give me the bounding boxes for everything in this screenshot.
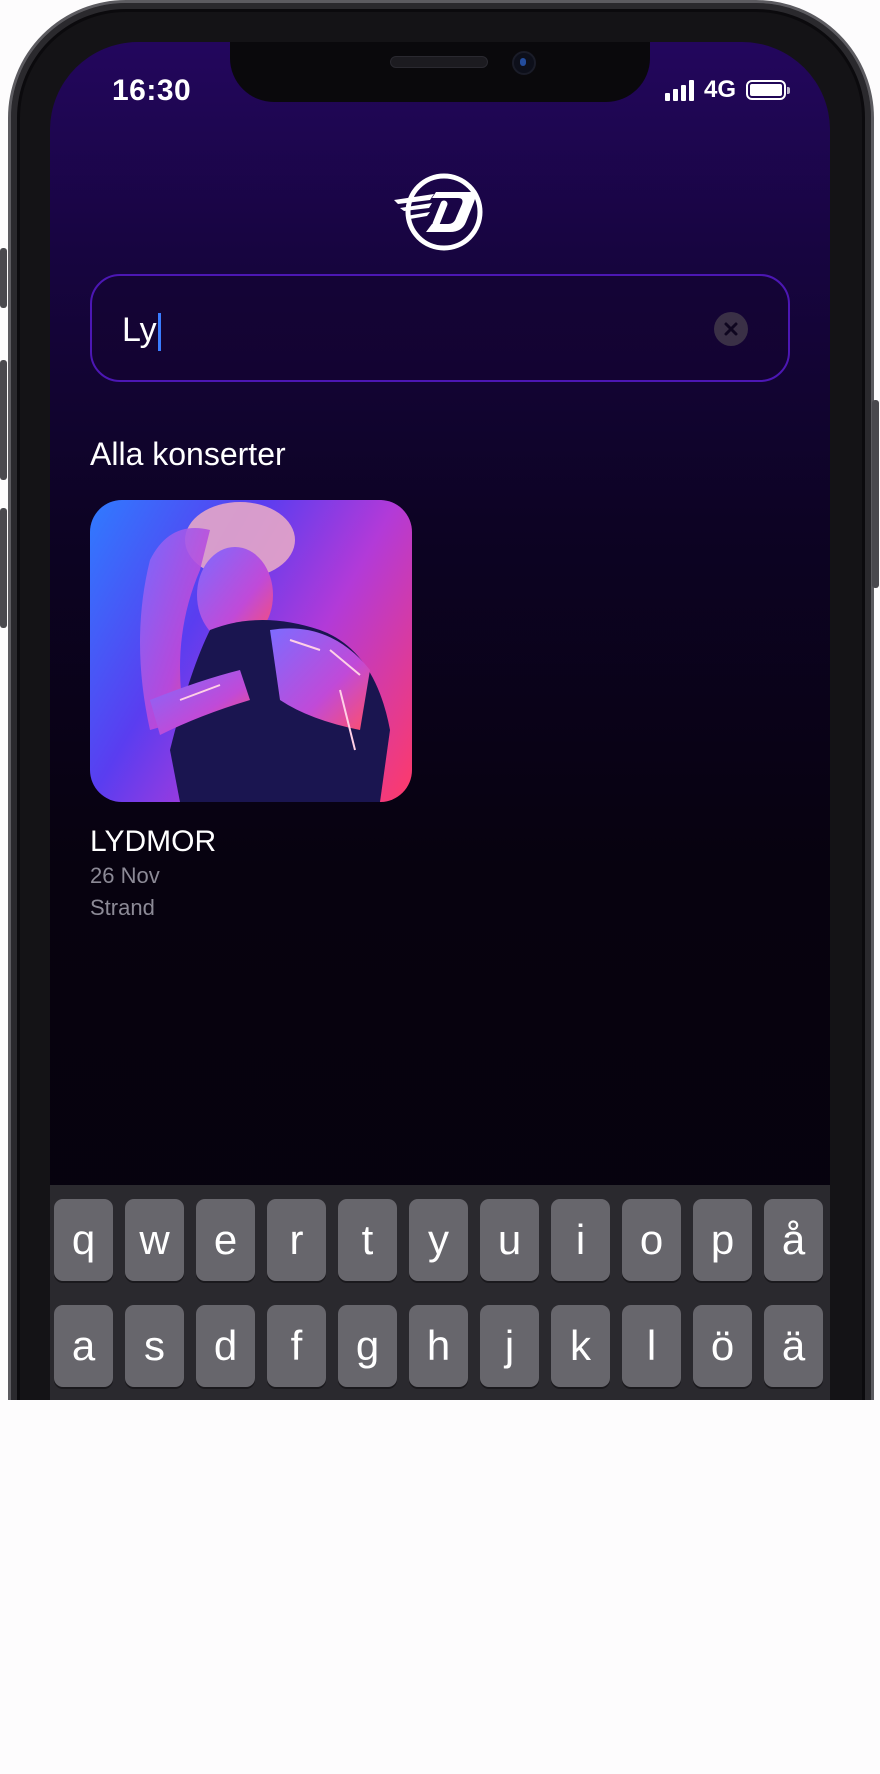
key-y[interactable]: y	[409, 1199, 468, 1281]
key-o[interactable]: o	[622, 1199, 681, 1281]
key-f[interactable]: f	[267, 1305, 326, 1387]
key-e[interactable]: e	[196, 1199, 255, 1281]
key-h[interactable]: h	[409, 1305, 468, 1387]
concert-title: LYDMOR	[90, 825, 217, 858]
concert-date: 26 Nov	[90, 863, 160, 888]
app-logo-icon	[394, 173, 483, 251]
key-d[interactable]: d	[196, 1305, 255, 1387]
key-q[interactable]: q	[54, 1199, 113, 1281]
keyboard-row-1: qwertyuiopå	[54, 1199, 823, 1281]
key-j[interactable]: j	[480, 1305, 539, 1387]
volume-down-button	[0, 508, 7, 628]
phone-frame: 16:30 4G Ly Alla konserter LYDMOR 26 Nov…	[0, 0, 880, 1400]
search-input-value[interactable]: Ly	[122, 310, 161, 352]
key-ö[interactable]: ö	[693, 1305, 752, 1387]
concert-card[interactable]: LYDMOR 26 Nov Strand	[90, 500, 412, 924]
status-indicators: 4G	[664, 76, 790, 104]
key-ä[interactable]: ä	[764, 1305, 823, 1387]
speaker-grille	[390, 56, 488, 68]
key-p[interactable]: p	[693, 1199, 752, 1281]
concert-image[interactable]	[90, 500, 412, 802]
page: 16:30 4G Ly Alla konserter LYDMOR 26 Nov…	[0, 0, 880, 1774]
key-k[interactable]: k	[551, 1305, 610, 1387]
text-caret	[157, 313, 161, 352]
volume-up-button	[0, 360, 7, 480]
front-camera	[512, 51, 536, 75]
notch	[230, 42, 650, 102]
signal-icon	[664, 79, 694, 101]
keyboard-row-2: asdfghjklöä	[54, 1305, 823, 1387]
artist-photo-icon	[140, 502, 390, 802]
key-w[interactable]: w	[125, 1199, 184, 1281]
key-å[interactable]: å	[764, 1199, 823, 1281]
search-input[interactable]: Ly	[90, 274, 790, 382]
section-title: Alla konserter	[90, 436, 286, 472]
key-g[interactable]: g	[338, 1305, 397, 1387]
key-i[interactable]: i	[551, 1199, 610, 1281]
power-button	[872, 400, 879, 588]
key-s[interactable]: s	[125, 1305, 184, 1387]
key-u[interactable]: u	[480, 1199, 539, 1281]
key-r[interactable]: r	[267, 1199, 326, 1281]
concert-venue: Strand	[90, 895, 155, 920]
mute-switch	[0, 248, 7, 308]
close-icon	[724, 322, 738, 336]
key-a[interactable]: a	[54, 1305, 113, 1387]
key-t[interactable]: t	[338, 1199, 397, 1281]
status-time: 16:30	[112, 74, 192, 107]
search-text: Ly	[122, 311, 157, 349]
clear-search-button[interactable]	[714, 312, 748, 346]
app-screen: 16:30 4G Ly Alla konserter LYDMOR 26 Nov…	[50, 42, 830, 1400]
network-type: 4G	[703, 76, 736, 103]
onscreen-keyboard: qwertyuiopå asdfghjklöä	[50, 1185, 830, 1400]
battery-icon	[746, 80, 790, 100]
key-l[interactable]: l	[622, 1305, 681, 1387]
